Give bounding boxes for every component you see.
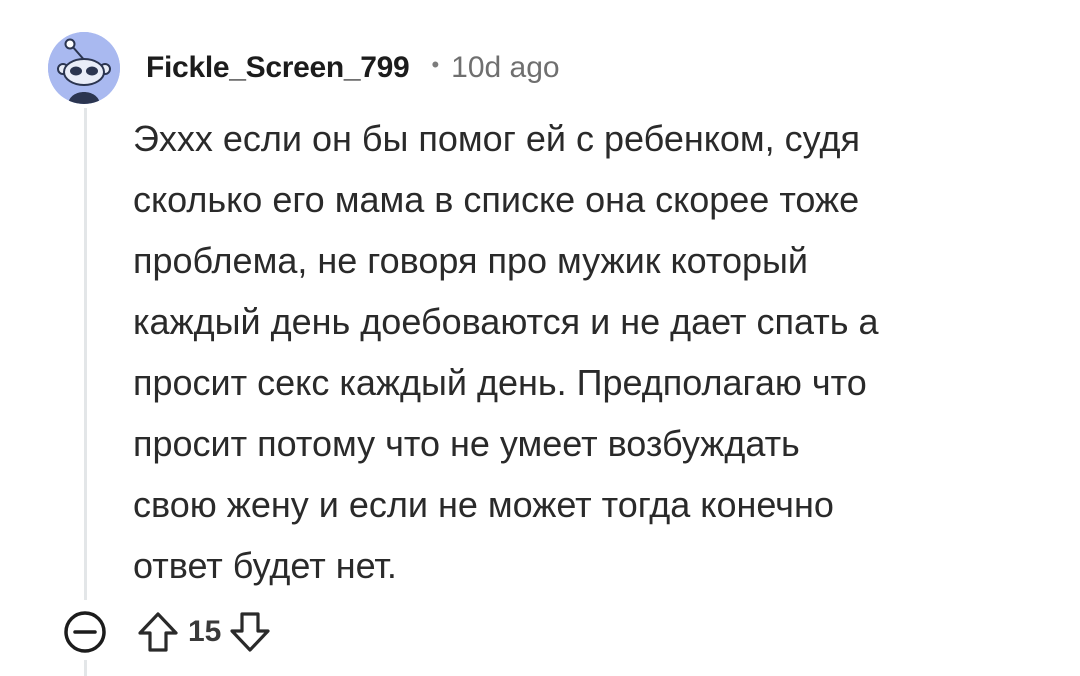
collapse-minus-circle-icon	[64, 611, 106, 653]
thread-line[interactable]	[84, 108, 87, 600]
collapse-button[interactable]	[60, 608, 110, 656]
avatar[interactable]	[48, 32, 120, 104]
comment-body: Эххх если он бы помог ей с ребенком, суд…	[133, 118, 879, 586]
comment-header: Fickle_Screen_799 • 10d ago	[146, 46, 560, 90]
downvote-button[interactable]	[227, 608, 273, 656]
comment-timestamp[interactable]: 10d ago	[451, 51, 559, 85]
downvote-arrow-icon	[230, 612, 270, 652]
separator-dot: •	[431, 52, 440, 77]
upvote-arrow-icon	[138, 612, 178, 652]
username-link[interactable]: Fickle_Screen_799	[146, 51, 410, 85]
upvote-button[interactable]	[130, 608, 186, 656]
comment-actions: 15	[60, 608, 273, 656]
vote-count: 15	[188, 615, 222, 648]
thread-line-continuation[interactable]	[84, 660, 87, 676]
snoo-avatar-icon	[48, 32, 120, 104]
